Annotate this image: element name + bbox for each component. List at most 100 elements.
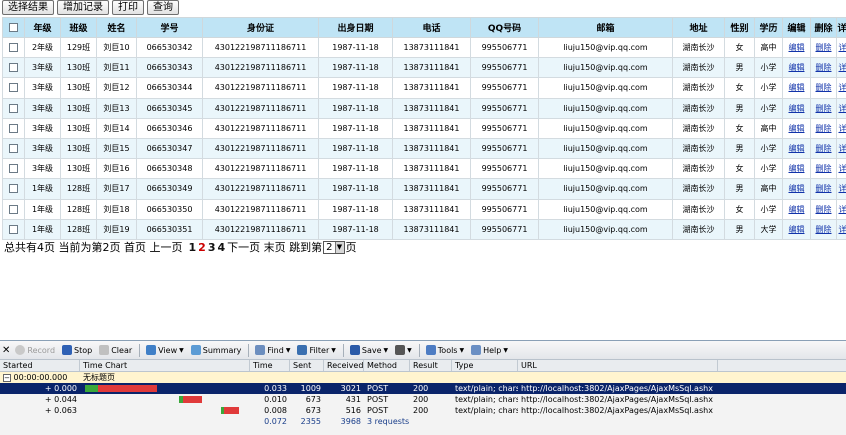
delete-link[interactable]: 删除 <box>816 184 832 193</box>
add-record-button[interactable]: 增加记录 <box>57 0 109 15</box>
delete-link[interactable]: 删除 <box>816 43 832 52</box>
query-button[interactable]: 查询 <box>147 0 179 15</box>
col-started-header[interactable]: Started <box>0 360 80 371</box>
delete-link[interactable]: 删除 <box>816 205 832 214</box>
row-checkbox[interactable] <box>9 43 18 53</box>
cell-id-card: 430122198711186711 <box>202 137 319 160</box>
select-all-checkbox[interactable] <box>9 22 18 32</box>
cell-gender: 女 <box>724 36 755 59</box>
request-row[interactable]: + 0.044 0.010 673 431 POST 200 text/plain; cha… <box>0 394 846 405</box>
detail-link[interactable]: 详细 <box>839 63 846 72</box>
cell-grade: 2年级 <box>24 36 61 59</box>
page-link-3[interactable]: 3 <box>208 241 216 254</box>
cell-detail: 详细 <box>836 218 846 240</box>
edit-link[interactable]: 编辑 <box>789 43 805 52</box>
cell-email: liuju150@vip.qq.com <box>538 57 673 79</box>
page-group-row[interactable]: − 00:00:00.000 无标题页 <box>0 372 846 383</box>
page-link-2[interactable]: 2 <box>198 241 206 254</box>
delete-link[interactable]: 删除 <box>816 164 832 173</box>
cell-student-id: 066530342 <box>136 36 203 59</box>
help-tool-button[interactable]: Help ▼ <box>471 345 508 355</box>
record-tool-button[interactable]: Record <box>15 345 55 355</box>
detail-link[interactable]: 详细 <box>839 164 846 173</box>
delete-link[interactable]: 删除 <box>816 124 832 133</box>
summary-tool-button[interactable]: Summary <box>190 345 241 355</box>
row-checkbox[interactable] <box>9 63 18 73</box>
view-tool-button[interactable]: View ▼ <box>146 345 184 355</box>
cell-edit: 编辑 <box>782 36 811 59</box>
cell-gender: 男 <box>724 178 755 200</box>
chevron-down-icon: ▼ <box>285 346 291 354</box>
detail-link[interactable]: 详细 <box>839 184 846 193</box>
edit-link[interactable]: 编辑 <box>789 104 805 113</box>
col-gender-header: 性别 <box>724 17 755 38</box>
page-link-4[interactable]: 4 <box>217 241 225 254</box>
save-tool-button[interactable]: Save ▼ <box>349 345 388 355</box>
edit-link[interactable]: 编辑 <box>789 225 805 234</box>
row-checkbox[interactable] <box>9 224 18 234</box>
tool-label: Tools <box>437 345 458 355</box>
filter-tool-button[interactable]: Filter ▼ <box>297 345 336 355</box>
detail-link[interactable]: 详细 <box>839 43 846 52</box>
select-result-button[interactable]: 选择结果 <box>2 0 54 15</box>
row-checkbox[interactable] <box>9 83 18 93</box>
detail-link[interactable]: 详细 <box>839 144 846 153</box>
stop-tool-button[interactable]: Stop <box>62 345 92 355</box>
detail-link[interactable]: 详细 <box>839 83 846 92</box>
edit-link[interactable]: 编辑 <box>789 124 805 133</box>
row-checkbox[interactable] <box>9 123 18 133</box>
col-time-chart-header[interactable]: Time Chart <box>80 360 250 371</box>
request-row[interactable]: + 0.000 0.033 1009 3021 POST 200 text/plain; c… <box>0 383 846 394</box>
row-select-cell <box>2 36 25 59</box>
col-result-header[interactable]: Result <box>410 360 452 371</box>
delete-link[interactable]: 删除 <box>816 144 832 153</box>
chevron-down-icon: ▼ <box>331 346 336 354</box>
request-result: 200 <box>413 406 429 415</box>
row-checkbox[interactable] <box>9 103 18 113</box>
request-type: text/plain; chars... <box>455 395 518 404</box>
edit-link[interactable]: 编辑 <box>789 63 805 72</box>
page-jump-select[interactable]: 2 ▼ <box>323 240 345 254</box>
delete-link[interactable]: 删除 <box>816 104 832 113</box>
row-checkbox[interactable] <box>9 184 18 194</box>
detail-link[interactable]: 详细 <box>839 225 846 234</box>
edit-link[interactable]: 编辑 <box>789 144 805 153</box>
pager-next-text: 下一页 末页 跳到第 <box>227 241 323 254</box>
request-method: POST <box>367 384 389 393</box>
detail-link[interactable]: 详细 <box>839 205 846 214</box>
edit-link[interactable]: 编辑 <box>789 205 805 214</box>
cell-name: 刘巨18 <box>96 198 137 220</box>
delete-link[interactable]: 删除 <box>816 63 832 72</box>
row-select-cell <box>2 218 25 240</box>
row-checkbox[interactable] <box>9 164 18 174</box>
cell-birth-date: 1987-11-18 <box>318 198 393 220</box>
col-time-header[interactable]: Time <box>250 360 290 371</box>
delete-link[interactable]: 删除 <box>816 83 832 92</box>
row-checkbox[interactable] <box>9 144 18 154</box>
col-sent-header[interactable]: Sent <box>290 360 324 371</box>
tools-tool-button[interactable]: Tools ▼ <box>425 345 464 355</box>
detail-link[interactable]: 详细 <box>839 124 846 133</box>
collapse-icon[interactable]: − <box>3 374 11 382</box>
close-panel-icon[interactable]: ✕ <box>2 345 10 356</box>
print-tool-button[interactable]: ▼ <box>395 345 412 355</box>
edit-link[interactable]: 编辑 <box>789 164 805 173</box>
col-method-header[interactable]: Method <box>364 360 410 371</box>
edit-link[interactable]: 编辑 <box>789 184 805 193</box>
cell-id-card: 430122198711186711 <box>202 97 319 119</box>
row-checkbox[interactable] <box>9 204 18 214</box>
delete-link[interactable]: 删除 <box>816 225 832 234</box>
col-url-header[interactable]: URL <box>518 360 718 371</box>
cell-qq: 995506771 <box>470 218 539 240</box>
col-received-header[interactable]: Received <box>324 360 364 371</box>
request-row[interactable]: + 0.063 0.008 673 516 POST 200 text/plain; cha… <box>0 405 846 416</box>
cell-education: 高中 <box>754 36 783 59</box>
detail-link[interactable]: 详细 <box>839 104 846 113</box>
find-tool-button[interactable]: Find ▼ <box>255 345 290 355</box>
cell-delete: 删除 <box>810 36 837 59</box>
clear-tool-button[interactable]: Clear <box>99 345 132 355</box>
edit-link[interactable]: 编辑 <box>789 83 805 92</box>
col-type-header[interactable]: Type <box>452 360 518 371</box>
page-link-1[interactable]: 1 <box>189 241 197 254</box>
print-button[interactable]: 打印 <box>112 0 144 15</box>
